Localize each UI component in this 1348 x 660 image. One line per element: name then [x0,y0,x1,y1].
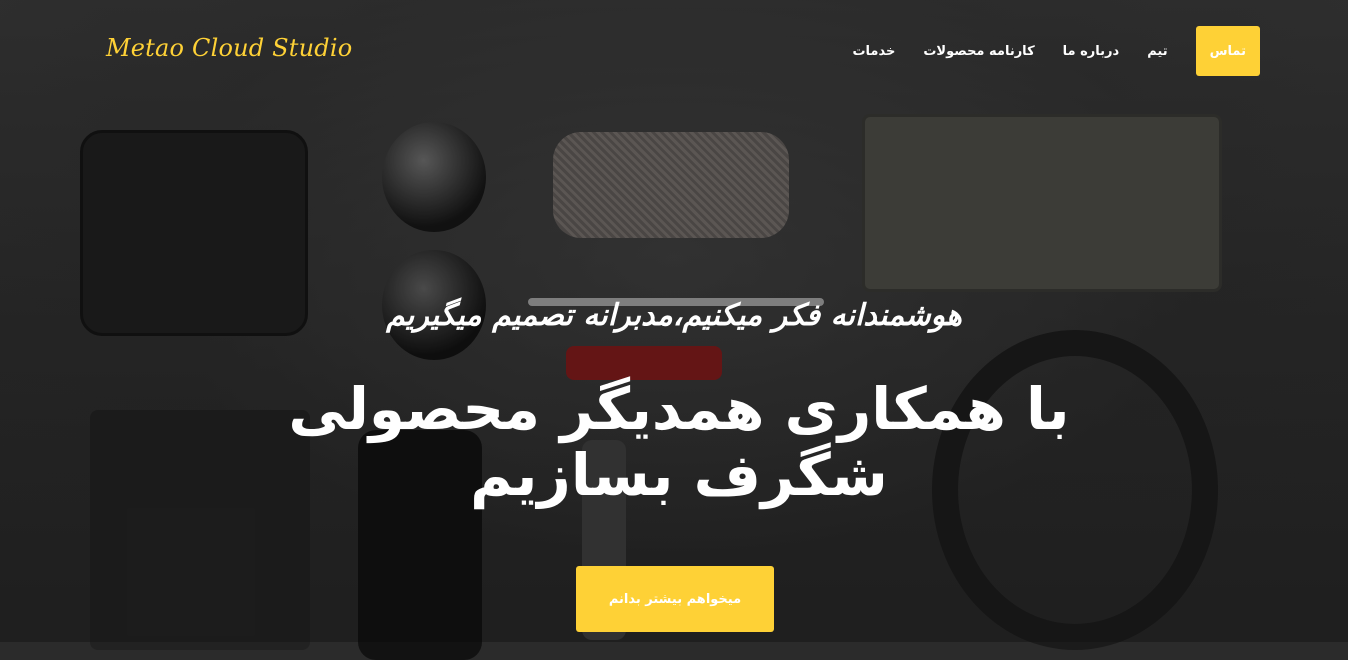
nav-item-contact[interactable]: تماس [1195,26,1260,76]
site-header: Metao Cloud Studio تماس تیم درباره ما کا… [0,0,1348,100]
main-nav: تماس تیم درباره ما کارنامه محصولات خدمات [838,26,1260,76]
nav-item-portfolio[interactable]: کارنامه محصولات [909,27,1048,76]
hero-heading: با همکاری همدیگر محصولی شگرف بسازیم [288,375,1070,509]
hero-lead-text: هوشمندانه فکر میکنیم،مدبرانه تصمیم میگیر… [386,298,962,333]
nav-item-about[interactable]: درباره ما [1049,27,1134,76]
nav-item-services[interactable]: خدمات [838,27,909,76]
nav-item-team[interactable]: تیم [1133,27,1181,76]
learn-more-button[interactable]: میخواهم بیشتر بدانم [576,566,774,632]
brand-logo[interactable]: Metao Cloud Studio [106,34,352,62]
